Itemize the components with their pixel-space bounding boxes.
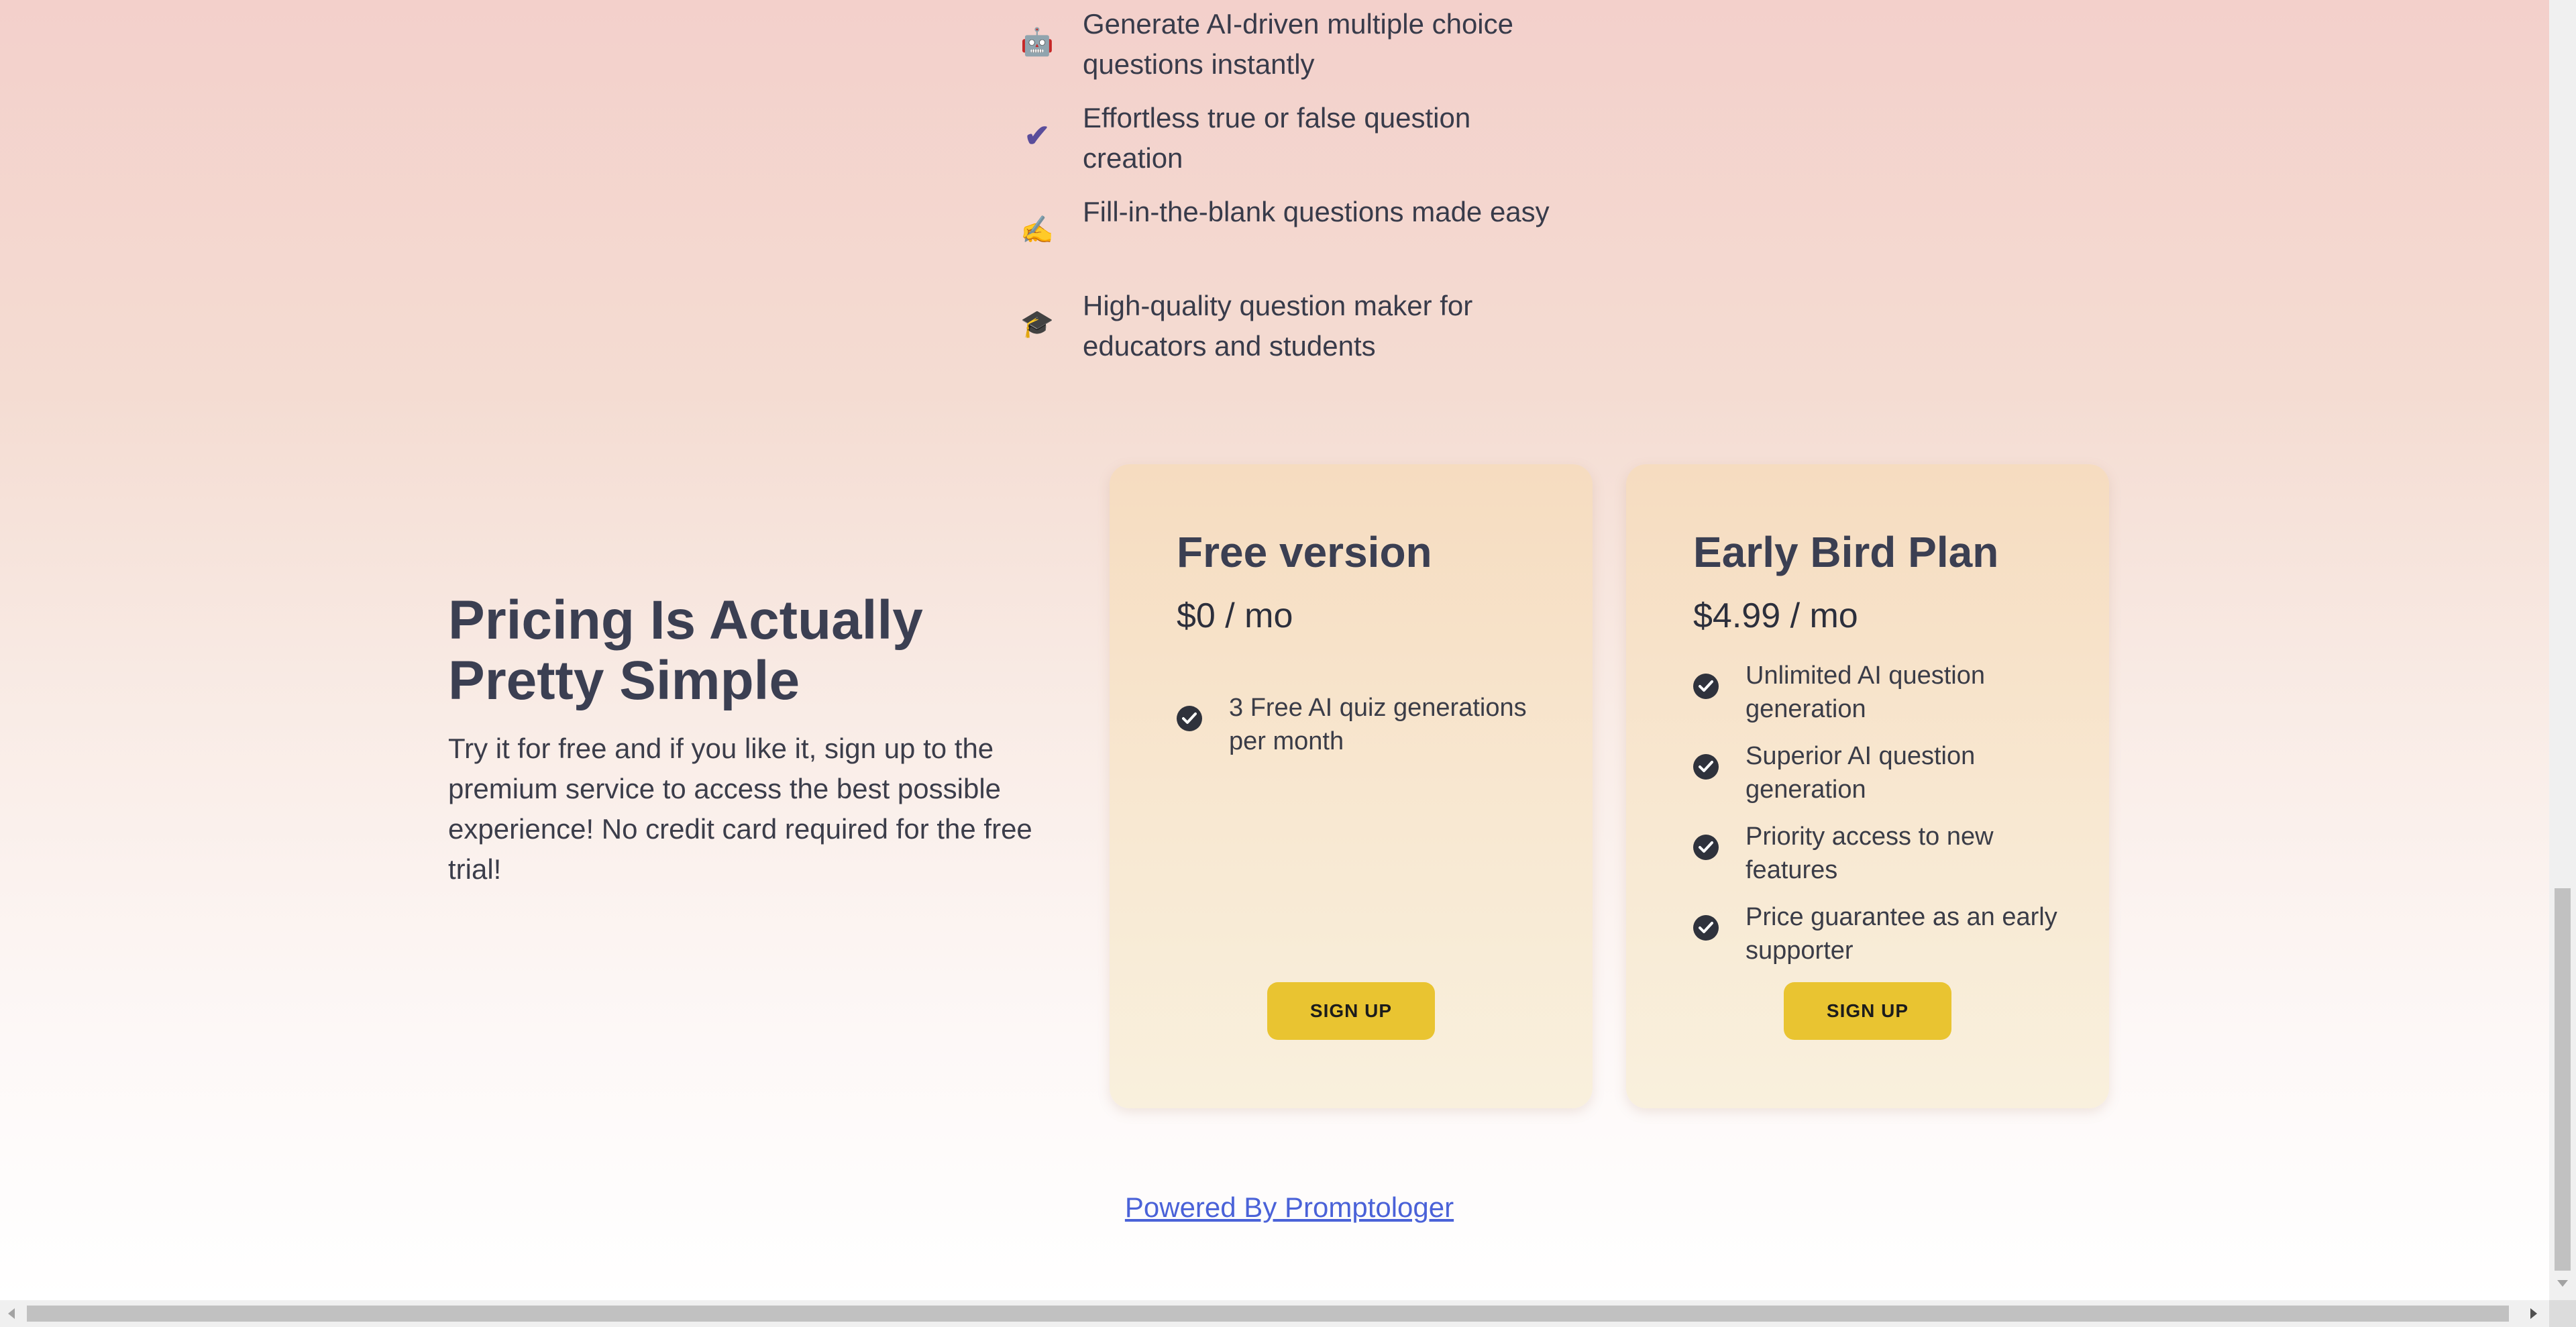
- horizontal-scrollbar-thumb[interactable]: [27, 1306, 2509, 1322]
- feature-item: ✍ Fill-in-the-blank questions made easy: [1020, 192, 1570, 286]
- feature-text: Fill-in-the-blank questions made easy: [1083, 196, 1550, 227]
- scroll-right-arrow-icon[interactable]: [2530, 1308, 2537, 1319]
- feature-item: 🎓 High-quality question maker for educat…: [1020, 286, 1570, 380]
- plan-feature: Superior AI question generation: [1693, 739, 2069, 806]
- plan-feature-list: Unlimited AI question generation Superio…: [1693, 659, 2069, 981]
- scroll-left-arrow-icon[interactable]: [8, 1308, 15, 1319]
- check-circle-icon: [1693, 915, 1719, 941]
- plan-name: Early Bird Plan: [1693, 528, 1999, 576]
- plan-price: $4.99 / mo: [1693, 596, 1858, 635]
- robot-icon: 🤖: [1020, 27, 1054, 57]
- plan-card-free: Free version $0 / mo 3 Free AI quiz gene…: [1110, 464, 1593, 1108]
- plan-feature-text: Superior AI question generation: [1746, 742, 1976, 804]
- scroll-down-arrow-icon[interactable]: [2557, 1280, 2568, 1287]
- pricing-intro: Pricing Is Actually Pretty Simple Try it…: [448, 590, 1092, 890]
- feature-text: Effortless true or false question creati…: [1083, 102, 1471, 174]
- powered-by-link[interactable]: Powered By Promptologer: [1110, 1191, 1469, 1224]
- plan-feature: Unlimited AI question generation: [1693, 659, 2069, 726]
- check-circle-icon: [1177, 706, 1202, 731]
- feature-item: ✔ Effortless true or false question crea…: [1020, 98, 1570, 192]
- writing-hand-icon: ✍: [1020, 215, 1054, 245]
- vertical-scrollbar[interactable]: [2549, 0, 2576, 1300]
- pricing-description: Try it for free and if you like it, sign…: [448, 733, 1032, 885]
- check-circle-icon: [1693, 674, 1719, 699]
- signup-button-free[interactable]: SIGN UP: [1267, 982, 1435, 1040]
- plan-feature: Price guarantee as an early supporter: [1693, 900, 2069, 967]
- page-background: 🤖 Generate AI-driven multiple choice que…: [0, 0, 2549, 1300]
- horizontal-scrollbar[interactable]: [0, 1300, 2549, 1327]
- check-circle-icon: [1693, 835, 1719, 860]
- plan-name: Free version: [1177, 528, 1432, 576]
- feature-text: High-quality question maker for educator…: [1083, 290, 1473, 362]
- plan-card-early-bird: Early Bird Plan $4.99 / mo Unlimited AI …: [1626, 464, 2109, 1108]
- feature-item: 🤖 Generate AI-driven multiple choice que…: [1020, 4, 1570, 98]
- plan-feature: 3 Free AI quiz generations per month: [1177, 691, 1552, 758]
- scrollbar-corner: [2549, 1300, 2576, 1327]
- plan-feature: Priority access to new features: [1693, 820, 2069, 887]
- graduation-cap-icon: 🎓: [1020, 309, 1054, 339]
- vertical-scrollbar-thumb[interactable]: [2555, 888, 2571, 1271]
- checkmark-icon: ✔: [1024, 118, 1051, 153]
- plan-feature-text: Priority access to new features: [1746, 822, 1994, 884]
- plan-feature-list: 3 Free AI quiz generations per month: [1177, 691, 1552, 772]
- plan-feature-text: 3 Free AI quiz generations per month: [1229, 694, 1527, 755]
- pricing-title: Pricing Is Actually Pretty Simple: [448, 590, 923, 711]
- signup-button-early-bird[interactable]: SIGN UP: [1784, 982, 1951, 1040]
- plan-price: $0 / mo: [1177, 596, 1293, 635]
- plan-feature-text: Price guarantee as an early supporter: [1746, 903, 2057, 965]
- feature-text: Generate AI-driven multiple choice quest…: [1083, 8, 1513, 80]
- plan-feature-text: Unlimited AI question generation: [1746, 661, 1985, 723]
- feature-list: 🤖 Generate AI-driven multiple choice que…: [1020, 4, 1570, 380]
- check-circle-icon: [1693, 754, 1719, 780]
